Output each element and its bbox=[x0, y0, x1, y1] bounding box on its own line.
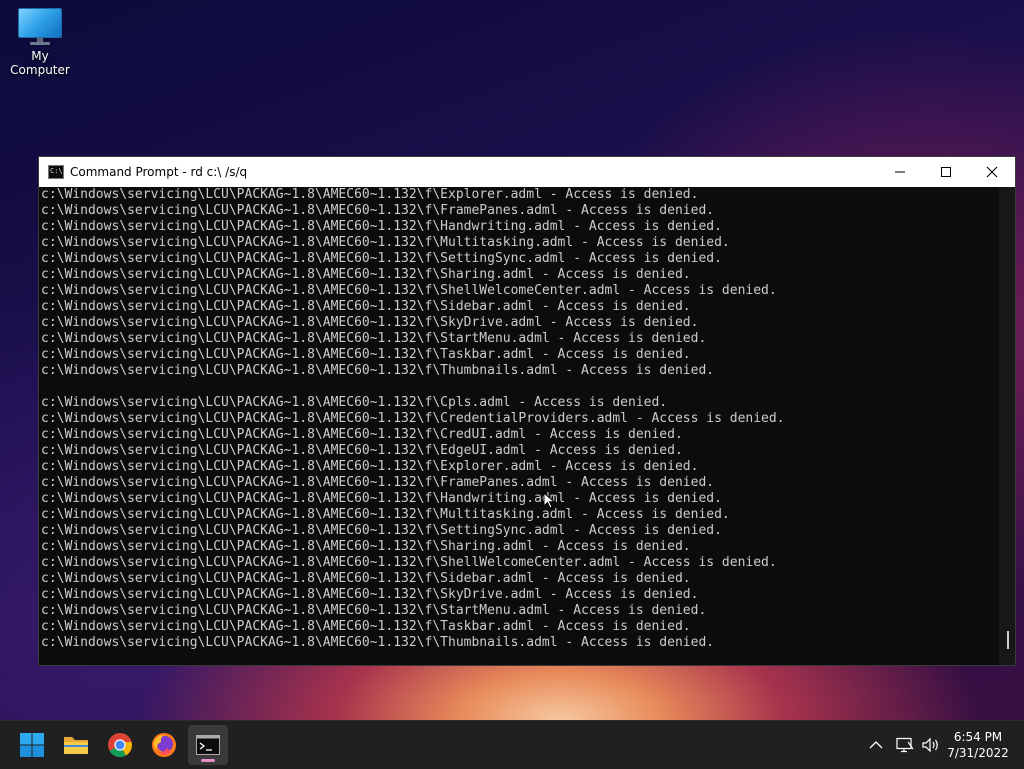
console-line: c:\Windows\servicing\LCU\PACKAG~1.8\AMEC… bbox=[41, 203, 715, 218]
console-line: c:\Windows\servicing\LCU\PACKAG~1.8\AMEC… bbox=[41, 395, 668, 410]
taskbar: 6:54 PM 7/31/2022 bbox=[0, 720, 1024, 769]
minimize-button[interactable] bbox=[877, 157, 923, 187]
console-line: c:\Windows\servicing\LCU\PACKAG~1.8\AMEC… bbox=[41, 635, 715, 650]
console-line: c:\Windows\servicing\LCU\PACKAG~1.8\AMEC… bbox=[41, 523, 722, 538]
close-button[interactable] bbox=[969, 157, 1015, 187]
console-line: c:\Windows\servicing\LCU\PACKAG~1.8\AMEC… bbox=[41, 187, 699, 202]
console-line: c:\Windows\servicing\LCU\PACKAG~1.8\AMEC… bbox=[41, 235, 730, 250]
console-line: c:\Windows\servicing\LCU\PACKAG~1.8\AMEC… bbox=[41, 443, 683, 458]
console-line: c:\Windows\servicing\LCU\PACKAG~1.8\AMEC… bbox=[41, 539, 691, 554]
scrollbar-thumb[interactable] bbox=[1007, 631, 1009, 649]
console-line: c:\Windows\servicing\LCU\PACKAG~1.8\AMEC… bbox=[41, 363, 715, 378]
network-button[interactable] bbox=[892, 737, 918, 753]
taskbar-command-prompt[interactable] bbox=[188, 725, 228, 765]
window-title: Command Prompt - rd c:\ /s/q bbox=[70, 165, 248, 179]
console-line: c:\Windows\servicing\LCU\PACKAG~1.8\AMEC… bbox=[41, 267, 691, 282]
taskbar-chrome[interactable] bbox=[100, 725, 140, 765]
console-line: c:\Windows\servicing\LCU\PACKAG~1.8\AMEC… bbox=[41, 427, 683, 442]
active-app-indicator bbox=[201, 759, 215, 762]
minimize-icon bbox=[895, 171, 905, 173]
system-tray bbox=[866, 721, 944, 769]
desktop-icon-label: My Computer bbox=[10, 49, 70, 77]
console-line: c:\Windows\servicing\LCU\PACKAG~1.8\AMEC… bbox=[41, 411, 785, 426]
monitor-icon bbox=[18, 8, 62, 46]
console-line: c:\Windows\servicing\LCU\PACKAG~1.8\AMEC… bbox=[41, 251, 722, 266]
console-line: c:\Windows\servicing\LCU\PACKAG~1.8\AMEC… bbox=[41, 619, 691, 634]
vertical-scrollbar[interactable] bbox=[999, 187, 1015, 665]
tray-overflow-button[interactable] bbox=[866, 740, 886, 750]
console-line: c:\Windows\servicing\LCU\PACKAG~1.8\AMEC… bbox=[41, 603, 707, 618]
window-titlebar[interactable]: C:\ Command Prompt - rd c:\ /s/q bbox=[39, 157, 1015, 187]
chevron-up-icon bbox=[869, 741, 883, 749]
volume-button[interactable] bbox=[918, 737, 944, 753]
close-icon bbox=[986, 166, 998, 178]
maximize-icon bbox=[941, 167, 951, 177]
console-app-icon: C:\ bbox=[48, 165, 64, 179]
maximize-button[interactable] bbox=[923, 157, 969, 187]
volume-icon bbox=[922, 737, 938, 753]
taskbar-clock[interactable]: 6:54 PM 7/31/2022 bbox=[942, 729, 1014, 761]
console-line: c:\Windows\servicing\LCU\PACKAG~1.8\AMEC… bbox=[41, 555, 777, 570]
console-line: c:\Windows\servicing\LCU\PACKAG~1.8\AMEC… bbox=[41, 331, 707, 346]
console-line: c:\Windows\servicing\LCU\PACKAG~1.8\AMEC… bbox=[41, 475, 715, 490]
command-prompt-window[interactable]: C:\ Command Prompt - rd c:\ /s/q c:\Wind… bbox=[38, 156, 1016, 666]
clock-date: 7/31/2022 bbox=[947, 746, 1009, 760]
firefox-icon bbox=[152, 733, 176, 757]
start-button[interactable] bbox=[12, 725, 52, 765]
console-line: c:\Windows\servicing\LCU\PACKAG~1.8\AMEC… bbox=[41, 315, 699, 330]
console-line: c:\Windows\servicing\LCU\PACKAG~1.8\AMEC… bbox=[41, 587, 699, 602]
clock-time: 6:54 PM bbox=[953, 730, 1003, 744]
terminal-icon bbox=[196, 735, 220, 755]
console-line: c:\Windows\servicing\LCU\PACKAG~1.8\AMEC… bbox=[41, 459, 699, 474]
taskbar-firefox[interactable] bbox=[144, 725, 184, 765]
console-line: c:\Windows\servicing\LCU\PACKAG~1.8\AMEC… bbox=[41, 507, 730, 522]
console-line: c:\Windows\servicing\LCU\PACKAG~1.8\AMEC… bbox=[41, 283, 777, 298]
console-line: c:\Windows\servicing\LCU\PACKAG~1.8\AMEC… bbox=[41, 219, 722, 234]
desktop-icon-my-computer[interactable]: My Computer bbox=[2, 8, 78, 77]
console-line: c:\Windows\servicing\LCU\PACKAG~1.8\AMEC… bbox=[41, 491, 722, 506]
console-line: c:\Windows\servicing\LCU\PACKAG~1.8\AMEC… bbox=[41, 299, 691, 314]
console-line: c:\Windows\servicing\LCU\PACKAG~1.8\AMEC… bbox=[41, 347, 691, 362]
console-output[interactable]: c:\Windows\servicing\LCU\PACKAG~1.8\AMEC… bbox=[39, 187, 999, 665]
folder-icon bbox=[64, 737, 88, 754]
taskbar-file-explorer[interactable] bbox=[56, 725, 96, 765]
chrome-icon bbox=[108, 733, 132, 758]
console-line: c:\Windows\servicing\LCU\PACKAG~1.8\AMEC… bbox=[41, 571, 691, 586]
network-icon bbox=[896, 737, 914, 753]
mouse-cursor-icon bbox=[543, 492, 555, 509]
windows-logo-icon bbox=[20, 733, 44, 757]
